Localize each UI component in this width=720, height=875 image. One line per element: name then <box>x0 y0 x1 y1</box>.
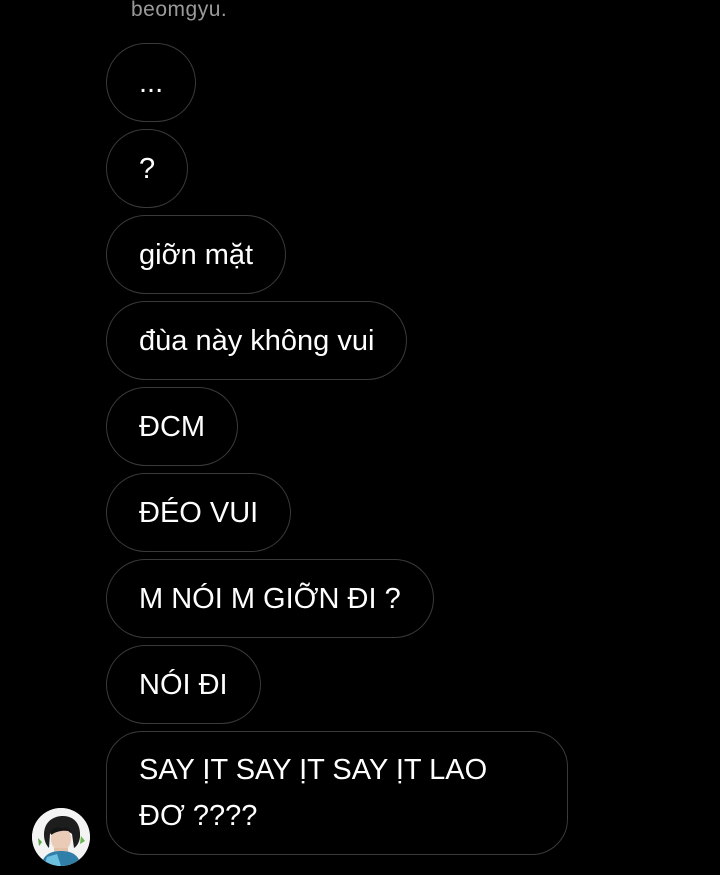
message-bubble[interactable]: ĐÉO VUI <box>106 473 292 552</box>
message-bubble[interactable]: giỡn mặt <box>106 215 287 294</box>
profile-avatar-icon <box>32 808 90 866</box>
message-thread: ... ? giỡn mặt đùa này không vui ĐCM ĐÉO… <box>106 43 666 862</box>
message-bubble[interactable]: M NÓI M GIỠN ĐI ? <box>106 559 434 638</box>
avatar[interactable] <box>32 808 90 866</box>
message-bubble[interactable]: SAY ỊT SAY ỊT SAY ỊT LAO ĐƠ ???? <box>106 731 568 855</box>
message-bubble[interactable]: đùa này không vui <box>106 301 408 380</box>
message-bubble[interactable]: ĐCM <box>106 387 239 466</box>
message-bubble[interactable]: NÓI ĐI <box>106 645 261 724</box>
message-bubble[interactable]: ? <box>106 129 189 208</box>
message-bubble[interactable]: ... <box>106 43 197 122</box>
sender-name: beomgyu. <box>131 0 228 21</box>
